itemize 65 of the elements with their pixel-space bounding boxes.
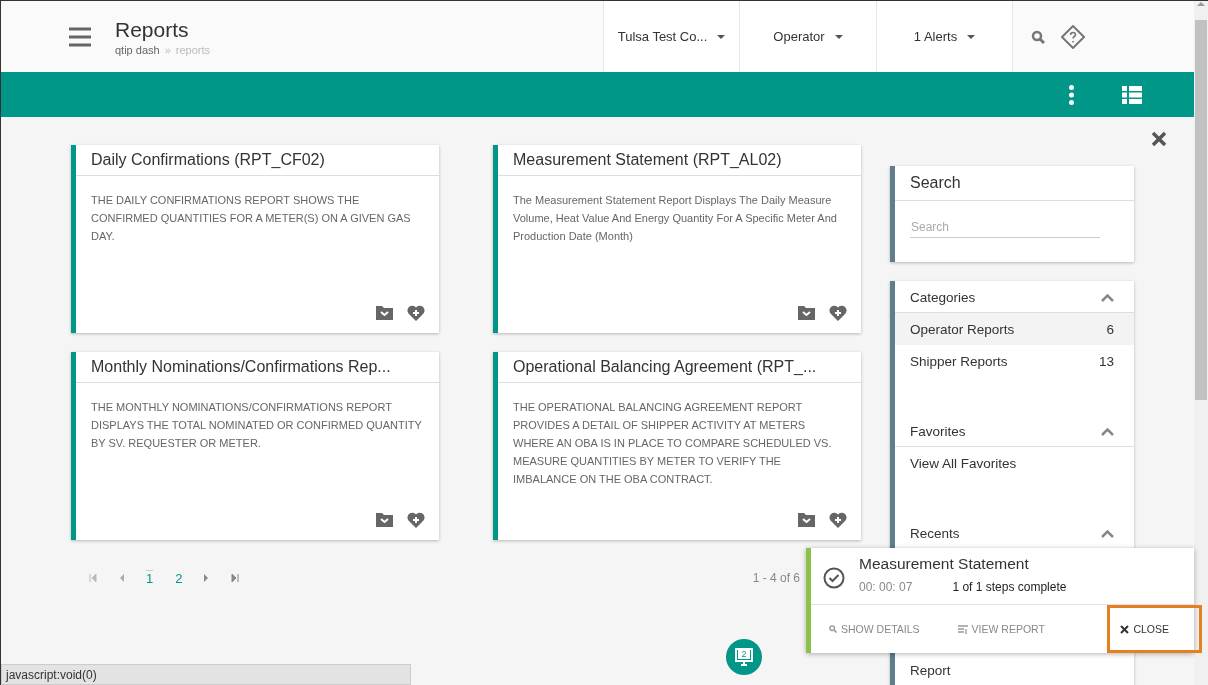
report-card[interactable] <box>493 352 861 540</box>
breadcrumb-separator: » <box>164 43 171 56</box>
next-page-icon[interactable] <box>204 574 210 582</box>
folder-icon[interactable] <box>798 512 815 527</box>
card-description: THE DAILY CONFIRMATIONS REPORT SHOWS THE CONFIRMED QUANTITIES FOR A METER(S) ON A GIVEN GAS DAY. <box>90 193 412 244</box>
card-title: Monthly Nominations/Confirmations Rep... <box>76 352 439 383</box>
folder-icon[interactable] <box>376 512 393 527</box>
monitor-icon <box>735 648 753 666</box>
caret-icon <box>717 34 726 39</box>
monitor-fab-button[interactable]: 2 <box>726 639 762 675</box>
help-diamond-icon[interactable] <box>1061 24 1085 49</box>
list-view-icon[interactable] <box>1122 85 1142 104</box>
report-card[interactable]: Monthly Nominations/Confirmations Rep... THE MONTHLY NOMINATIONS/CONFIRMATIONS REPORT DISPLAYS THE TOTAL NOMINATED OR CONFIRMED QUANTITY BY SV. REQUESTER OR METER. <box>71 352 439 540</box>
section-title: Categories <box>910 290 976 305</box>
sidebar-item[interactable]: View All Favorites <box>895 447 1134 479</box>
toast-action-button[interactable]: SHOW DETAILS <box>829 623 920 635</box>
dropdown-button[interactable]: Tulsa Test Co... <box>603 1 739 72</box>
page-title: Reports <box>115 17 190 42</box>
card-description: THE MONTHLY NOMINATIONS/CONFIRMATIONS REPORT DISPLAYS THE TOTAL NOMINATED OR CONFIRMED QUANTITY BY SV. REQUESTER OR METER. <box>90 400 423 451</box>
monitor-badge: 2 <box>738 649 750 659</box>
card-title: Daily Confirmations (RPT_CF02) <box>76 145 439 176</box>
report-icon <box>957 624 968 634</box>
status-bar: javascript:void(0) <box>1 664 411 685</box>
folder-icon[interactable] <box>798 305 815 320</box>
section-title: Favorites <box>910 424 966 439</box>
section-title: Recents <box>910 526 960 541</box>
dropdown-button[interactable]: Operator <box>739 1 876 72</box>
chevron-up-icon[interactable] <box>1101 529 1114 538</box>
dropdown-button[interactable]: 1 Alerts <box>876 1 1012 72</box>
heart-plus-icon[interactable] <box>407 305 425 321</box>
caret-icon <box>834 34 843 39</box>
scroll-up-icon[interactable] <box>1197 1 1205 6</box>
report-card[interactable]: Measurement Statement (RPT_AL02) The Measurement Statement Report Displays The Daily Measure Volume, Heat Value And Energy Quantity For A Specific Meter And Production Date (Month) <box>493 145 861 333</box>
heart-plus-icon[interactable] <box>407 512 425 528</box>
progress-text: 1 of 1 steps complete <box>952 580 1067 594</box>
more-vertical-icon[interactable] <box>1069 84 1074 105</box>
chevron-up-icon[interactable] <box>1101 293 1114 302</box>
menu-icon[interactable] <box>69 26 91 47</box>
check-circle-icon <box>823 567 845 589</box>
scrollbar-thumb[interactable] <box>1195 20 1207 400</box>
caret-icon <box>967 34 976 39</box>
search-icon[interactable] <box>1031 29 1045 44</box>
chevron-up-icon[interactable] <box>1101 427 1114 436</box>
search-icon <box>829 625 837 633</box>
search-field[interactable]: Search <box>910 217 1100 238</box>
close-icon <box>1120 624 1130 634</box>
folder-icon[interactable] <box>376 305 393 320</box>
page-range: 1 - 4 of 6 <box>752 571 800 585</box>
panel-title: Search <box>895 166 1134 201</box>
close-icon <box>1151 131 1167 147</box>
card-title: Measurement Statement (RPT_AL02) <box>498 145 861 176</box>
elapsed-time: 00: 00: 07 <box>859 580 913 594</box>
card-description: The Measurement Statement Report Displays The Daily Measure Volume, Heat Value And Energy Quantity For A Specific Meter And Production Date (Month) <box>512 193 838 244</box>
toast-action-button[interactable]: CLOSE <box>1107 605 1202 653</box>
report-card[interactable]: Daily Confirmations (RPT_CF02) THE DAILY CONFIRMATIONS REPORT SHOWS THE CONFIRMED QUANTITIES FOR A METER(S) ON A GIVEN GAS DAY. <box>71 145 439 333</box>
toast-action-button[interactable]: VIEW REPORT <box>957 623 1045 635</box>
toast-title: Measurement Statement <box>859 555 1030 573</box>
sidebar-item[interactable]: Operator Reports 6 <box>895 313 1134 345</box>
card-title: Operational Balancing Agreement (RPT_... <box>498 352 861 383</box>
heart-plus-icon[interactable] <box>829 512 847 528</box>
sidebar-item[interactable]: Shipper Reports 13 <box>895 345 1134 377</box>
last-page-icon[interactable] <box>231 574 240 582</box>
card-description: THE OPERATIONAL BALANCING AGREEMENT REPORT PROVIDES A DETAIL OF SHIPPER ACTIVITY AT METERS WHERE AN OBA IS IN PLACE TO COMPARE SCHEDULED VS. MEASURE QUANTITIES BY METER TO VERIFY THE IMBALANCE ON THE OBA CONTRACT. <box>512 400 833 487</box>
breadcrumb-link[interactable]: qtip dash <box>115 43 160 56</box>
heart-plus-icon[interactable] <box>829 305 847 321</box>
